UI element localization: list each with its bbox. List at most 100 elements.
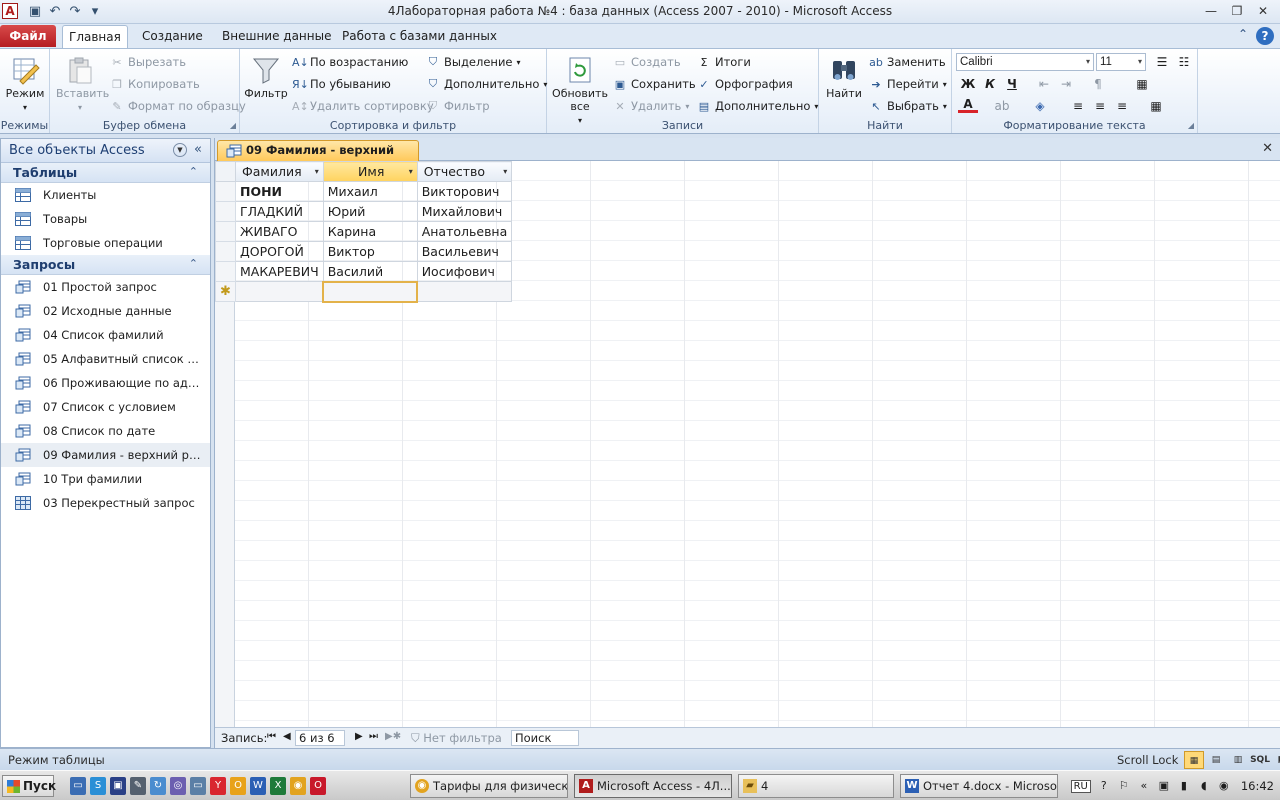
outlook-icon[interactable]: O (230, 777, 246, 795)
nav-item-query[interactable]: 01 Простой запрос (1, 275, 210, 299)
last-record-icon[interactable]: ⏭ (369, 731, 378, 742)
close-document-icon[interactable]: ✕ (1262, 141, 1273, 156)
taskbar-item-folder[interactable]: ▰ 4 (738, 774, 894, 798)
maximize-button[interactable]: ❐ (1224, 2, 1250, 20)
sort-ascending-button[interactable]: A↓ По возрастанию (292, 53, 408, 71)
gridlines-icon[interactable]: ▦ (1132, 75, 1152, 93)
no-filter-button[interactable]: ⛉ Нет фильтра (411, 731, 502, 746)
font-name-combobox[interactable]: Calibri ▾ (956, 53, 1094, 71)
notepad-icon[interactable]: ✎ (130, 777, 146, 795)
highlight-icon[interactable]: ab (992, 97, 1012, 115)
record-selector[interactable] (215, 221, 236, 242)
table-cell[interactable]: Викторович (416, 181, 513, 202)
nav-item-table[interactable]: Торговые операции (1, 231, 210, 255)
pivot-table-icon[interactable]: ▤ (1206, 751, 1226, 769)
power-icon[interactable]: ◉ (1217, 779, 1231, 793)
copy-button[interactable]: ❐ Копировать (110, 75, 200, 93)
folder-sync-icon[interactable]: ◎ (170, 777, 186, 795)
show-hidden-icons[interactable]: « (1137, 779, 1151, 793)
clipboard-dialog-launcher[interactable]: ◢ (230, 121, 236, 130)
minimize-ribbon-icon[interactable]: ⌃ (1238, 27, 1248, 45)
toggle-filter-button[interactable]: ⛉ Фильтр (426, 97, 490, 115)
nav-item-table[interactable]: Товары (1, 207, 210, 231)
table-cell[interactable]: Михайлович (416, 201, 513, 222)
chrome-icon[interactable]: ◉ (290, 777, 306, 795)
advanced-filter-button[interactable]: ⛉ Дополнительно ▾ (426, 75, 548, 93)
nav-item-query[interactable]: 02 Исходные данные (1, 299, 210, 323)
table-cell[interactable] (235, 281, 324, 302)
table-cell[interactable]: МАКАРЕВИЧ (235, 261, 324, 282)
pivot-chart-icon[interactable]: ▥ (1228, 751, 1248, 769)
opera-icon[interactable]: O (310, 777, 326, 795)
column-header-patronymic[interactable]: Отчество ▾ (416, 161, 513, 182)
nav-item-query[interactable]: 05 Алфавитный список с усл... (1, 347, 210, 371)
table-cell[interactable]: Иосифович (416, 261, 513, 282)
cut-button[interactable]: ✂ Вырезать (110, 53, 186, 71)
tab-create[interactable]: Создание (136, 25, 209, 48)
new-record-button[interactable]: ▭ Создать (613, 53, 681, 71)
nav-item-query[interactable]: 03 Перекрестный запрос (1, 491, 210, 515)
active-cell[interactable] (322, 280, 419, 303)
minimize-button[interactable]: — (1198, 2, 1224, 20)
record-selector[interactable] (215, 201, 236, 222)
totals-button[interactable]: Σ Итоги (697, 53, 751, 71)
more-records-button[interactable]: ▤ Дополнительно ▾ (697, 97, 819, 115)
table-cell[interactable] (416, 281, 513, 302)
search-input[interactable]: Поиск (511, 730, 579, 746)
tab-external-data[interactable]: Внешние данные (216, 25, 337, 48)
signal-icon[interactable]: ▮ (1177, 779, 1191, 793)
delete-record-button[interactable]: ✕ Удалить ▾ (613, 97, 689, 115)
collapse-section-icon[interactable]: ⌃ (189, 165, 198, 178)
table-row[interactable]: МАКАРЕВИЧ Василий Иосифович (215, 261, 513, 282)
collapse-section-icon[interactable]: ⌃ (189, 257, 198, 270)
nav-item-query[interactable]: 06 Проживающие по адресу (1, 371, 210, 395)
skype-icon[interactable]: S (90, 777, 106, 795)
help-tray-icon[interactable]: ? (1097, 779, 1111, 793)
paste-button[interactable]: Вставить ▾ (56, 55, 109, 113)
nav-item-query[interactable]: 07 Список с условием (1, 395, 210, 419)
table-cell[interactable]: Михаил (322, 181, 418, 202)
record-selector[interactable] (215, 261, 236, 282)
bullets-icon[interactable]: ☰ (1152, 53, 1172, 71)
underline-button[interactable]: Ч (1002, 75, 1022, 93)
selection-button[interactable]: ⛉ Выделение ▾ (426, 53, 521, 71)
network-icon[interactable]: ▣ (1157, 779, 1171, 793)
table-row[interactable]: ГЛАДКИЙ Юрий Михайлович (215, 201, 513, 222)
nav-item-query[interactable]: 10 Три фамилии (1, 467, 210, 491)
record-selector[interactable] (215, 241, 236, 262)
select-all-corner[interactable] (215, 161, 236, 182)
table-cell[interactable]: ЖИВАГО (235, 221, 324, 242)
help-icon[interactable]: ? (1256, 27, 1274, 45)
save-record-button[interactable]: ▣ Сохранить (613, 75, 696, 93)
find-button[interactable]: Найти (823, 55, 865, 100)
indent-increase-icon[interactable]: ⇥ (1056, 75, 1076, 93)
chevron-down-icon[interactable]: ▼ (173, 143, 187, 157)
column-header-firstname[interactable]: Имя ▾ (322, 161, 418, 182)
taskbar-item-access[interactable]: A Microsoft Access - 4Л... (574, 774, 732, 798)
update-icon[interactable]: ↻ (150, 777, 166, 795)
section-tables[interactable]: Таблицы ⌃ (1, 163, 210, 183)
align-left-icon[interactable]: ≡ (1068, 97, 1088, 115)
font-color-icon[interactable]: A (958, 97, 978, 113)
save-app-icon[interactable]: ▣ (110, 777, 126, 795)
nav-item-query[interactable]: 08 Список по дате (1, 419, 210, 443)
tab-file[interactable]: Файл (0, 25, 56, 47)
nav-item-query[interactable]: 04 Список фамилий (1, 323, 210, 347)
table-cell[interactable]: Карина (322, 221, 418, 242)
start-button[interactable]: Пуск (2, 775, 56, 797)
table-cell[interactable]: Василий (322, 261, 418, 282)
word-icon[interactable]: W (250, 777, 266, 795)
display-icon[interactable]: ▭ (190, 777, 206, 795)
tab-database-tools[interactable]: Работа с базами данных (336, 25, 503, 48)
view-mode-button[interactable]: Режим ▾ (4, 55, 46, 113)
indent-decrease-icon[interactable]: ⇤ (1034, 75, 1054, 93)
clock[interactable]: 16:42 (1241, 779, 1274, 793)
section-queries[interactable]: Запросы ⌃ (1, 255, 210, 275)
table-cell[interactable]: ДОРОГОЙ (235, 241, 324, 262)
design-view-icon[interactable]: ◩ (1272, 751, 1280, 769)
taskbar-item-chrome[interactable]: ◉Тарифы для физически... (410, 774, 568, 798)
notification-icon[interactable]: ⚐ (1117, 779, 1131, 793)
datasheet-view-icon[interactable]: ▦ (1184, 751, 1204, 769)
nav-item-query[interactable]: 09 Фамилия - верхний регис... (1, 443, 210, 467)
nav-item-table[interactable]: Клиенты (1, 183, 210, 207)
